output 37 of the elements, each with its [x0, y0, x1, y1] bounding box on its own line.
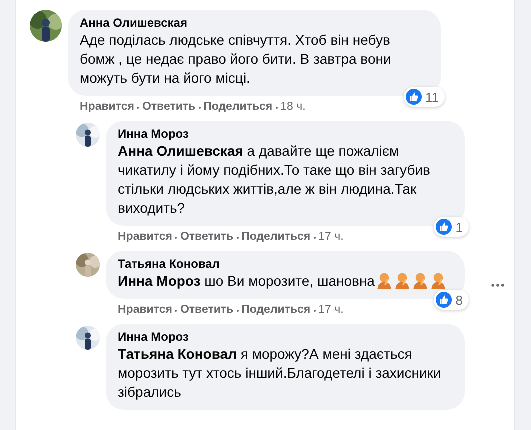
- author-name[interactable]: Татьяна Коновал: [118, 257, 453, 272]
- comment-text: Анна Олишевская а давайте ще пожалієм чикатилу і йому подібних.То таке що він загубив стільки людських життів,але ж він людина.Так виходить?: [118, 142, 432, 218]
- avatar[interactable]: [76, 326, 100, 350]
- comment-action-link[interactable]: Ответить: [142, 100, 196, 115]
- author-name[interactable]: Анна Олишевская: [80, 16, 429, 31]
- comment-action-link[interactable]: Нравится: [118, 230, 172, 245]
- timestamp[interactable]: 17 ч.: [318, 230, 344, 245]
- comment-action-link[interactable]: Нравится: [118, 303, 172, 318]
- person-emoji-icon: [394, 272, 411, 289]
- reaction-badge[interactable]: 1: [434, 217, 469, 237]
- person-emoji-icon: [412, 272, 429, 289]
- thumbs-up-icon: [406, 89, 422, 105]
- comment-text: Татьяна Коновал я морожу?А мені здається морозить тут хтось інший.Благодетелі і захисники зібрались: [118, 345, 442, 402]
- reaction-badge[interactable]: 11: [404, 87, 445, 107]
- person-emoji-icon: [376, 272, 393, 289]
- avatar[interactable]: [76, 123, 100, 147]
- comment-text: Аде поділась людське співчуття. Хтоб він небув бомж , це недає право його бити. В завтра вони можуть бути на його місці.: [80, 31, 392, 88]
- reaction-badge[interactable]: 8: [434, 290, 469, 310]
- comment-action-link[interactable]: Нравится: [80, 100, 134, 115]
- mention-link[interactable]: Анна Олишевская: [118, 143, 244, 159]
- more-options-icon[interactable]: [491, 283, 505, 288]
- thumbs-up-icon: [436, 292, 452, 308]
- mention-link[interactable]: Инна Мороз: [118, 273, 201, 289]
- author-name[interactable]: Инна Мороз: [118, 330, 453, 345]
- person-emoji-icon: [430, 272, 447, 289]
- comment-text: Инна Мороз шо Ви морозите, шановна: [118, 272, 453, 291]
- timestamp[interactable]: 18 ч.: [280, 100, 306, 115]
- timestamp[interactable]: 17 ч.: [318, 303, 344, 318]
- mention-link[interactable]: Татьяна Коновал: [118, 346, 237, 362]
- comment-action-link[interactable]: Поделиться: [204, 100, 273, 115]
- avatar[interactable]: [30, 10, 62, 42]
- comment-action-link[interactable]: Поделиться: [242, 230, 311, 245]
- thumbs-up-icon: [436, 219, 452, 235]
- comment-action-link[interactable]: Поделиться: [242, 303, 311, 318]
- comment-action-link[interactable]: Ответить: [180, 230, 234, 245]
- author-name[interactable]: Инна Мороз: [118, 127, 453, 142]
- comment-action-link[interactable]: Ответить: [180, 303, 234, 318]
